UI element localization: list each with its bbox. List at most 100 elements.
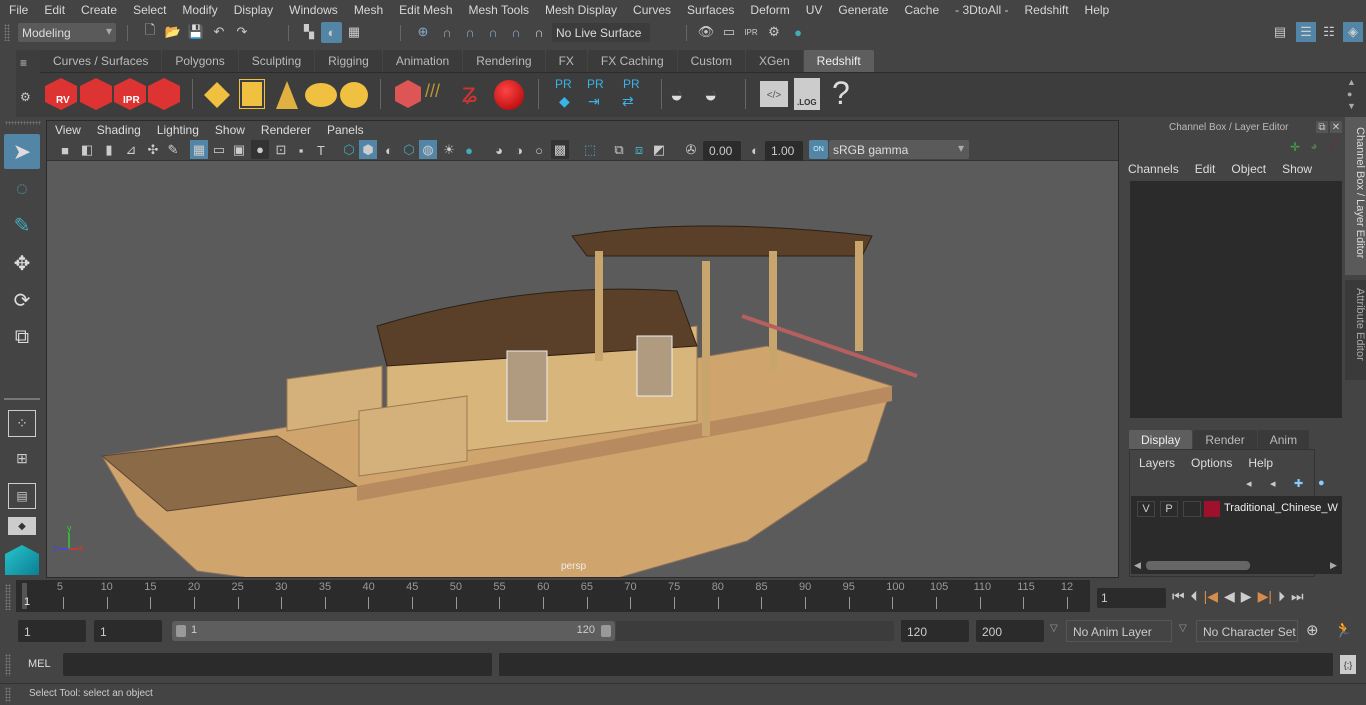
channel-box-menu-channels[interactable]: Channels — [1128, 162, 1179, 176]
shelf-scroll-up-icon[interactable]: ▲ — [1347, 77, 1356, 87]
persp-graph-layout-icon[interactable]: ◆ — [8, 517, 36, 535]
float-panel-icon[interactable]: ⧉ — [1316, 121, 1328, 133]
viewport-menu-show[interactable]: Show — [207, 123, 253, 137]
snap-point-icon[interactable]: ∩ — [461, 23, 479, 41]
modeling-toolkit-icon[interactable]: ▤ — [1271, 23, 1289, 41]
scene-start-field[interactable]: 1 — [18, 620, 86, 642]
render-settings-icon[interactable]: ⚙ — [765, 23, 783, 41]
make-live-icon[interactable]: ∩ — [530, 23, 548, 41]
redshift-hair-icon[interactable]: /// — [425, 81, 455, 109]
play-forward-icon[interactable]: ▶ — [1241, 588, 1252, 605]
shelf-tab-redshift[interactable]: Redshift — [803, 50, 874, 72]
go-to-end-icon[interactable]: ⏭ — [1291, 588, 1304, 605]
scene-3d-view[interactable]: y x z persp — [47, 161, 1118, 577]
layer-color-swatch[interactable] — [1204, 501, 1220, 517]
range-slider-min-handle[interactable] — [176, 625, 186, 637]
grid-toggle-icon[interactable]: ▦ — [190, 140, 208, 159]
menu-cache[interactable]: Cache — [896, 3, 947, 17]
anim-layer-field[interactable]: No Anim Layer — [1066, 620, 1172, 642]
wireframe-on-shaded-icon[interactable]: ⬡ — [401, 141, 417, 159]
depth-of-field-icon[interactable]: ▩ — [551, 140, 569, 159]
camera-select-icon[interactable]: ■ — [57, 141, 73, 159]
image-plane-icon[interactable]: ⊿ — [123, 141, 139, 159]
isolate-select-icon[interactable]: ⬚ — [582, 141, 598, 159]
grease-pencil-icon[interactable]: ✎ — [165, 141, 181, 159]
shelf-tab-fx[interactable]: FX — [545, 50, 587, 72]
motion-blur-icon[interactable]: ◑ — [511, 141, 527, 159]
viewport-menu-view[interactable]: View — [47, 123, 89, 137]
exposure-icon[interactable]: ✇ — [683, 141, 699, 159]
shadows-icon[interactable]: ● — [461, 141, 477, 159]
exposure-field[interactable]: 0.00 — [703, 141, 741, 161]
menu-modify[interactable]: Modify — [174, 3, 225, 17]
save-scene-icon[interactable]: 💾 — [188, 23, 204, 41]
redshift-batch-render-icon[interactable] — [80, 78, 112, 110]
shelf-settings-icon[interactable]: ⚙ — [20, 90, 31, 104]
outliner-persp-layout-icon[interactable]: ▤ — [8, 483, 36, 509]
snap-view-plane-icon[interactable]: ∩ — [484, 23, 502, 41]
single-pane-layout-icon[interactable]: ⁘ — [8, 410, 36, 437]
safe-title-icon[interactable]: T — [313, 141, 329, 159]
gamma-icon[interactable]: ◐ — [747, 141, 763, 159]
redshift-proxy-export-icon[interactable]: PR — [587, 77, 604, 91]
layer-list-scrollbar[interactable] — [1146, 561, 1250, 570]
attribute-editor-toggle-icon[interactable]: ◈ — [1343, 22, 1363, 42]
shelf-tab-rendering[interactable]: Rendering — [463, 50, 545, 72]
shelf-tab-polygons[interactable]: Polygons — [162, 50, 238, 72]
range-slider[interactable]: 1 120 — [172, 621, 615, 641]
four-pane-layout-icon[interactable]: ⊞ — [8, 444, 36, 472]
menu-display[interactable]: Display — [226, 3, 281, 17]
render-current-frame-icon[interactable]: ▭ — [720, 23, 738, 41]
anti-aliasing-icon[interactable]: ○ — [531, 141, 547, 159]
new-layer-selected-icon[interactable]: ● — [1318, 477, 1325, 489]
viewport-menu-panels[interactable]: Panels — [319, 123, 372, 137]
snap-curve-icon[interactable]: ∩ — [438, 23, 456, 41]
menu-mesh-display[interactable]: Mesh Display — [537, 3, 625, 17]
scale-tool-icon[interactable]: ⧉ — [4, 321, 40, 353]
play-backward-icon[interactable]: ◀ — [1224, 588, 1235, 605]
script-editor-icon[interactable]: {;} — [1340, 655, 1356, 674]
live-surface-field[interactable]: No Live Surface — [552, 23, 650, 42]
scene-end-field[interactable]: 200 — [976, 620, 1044, 642]
redshift-proxy-convert-icon[interactable]: PR — [623, 77, 640, 91]
hypershade-icon[interactable]: ● — [789, 23, 807, 41]
outliner-toggle-icon[interactable]: ☷ — [1320, 23, 1338, 41]
ipr-render-icon[interactable]: IPR — [742, 23, 760, 41]
color-space-dropdown[interactable]: sRGB gamma ▾ — [829, 140, 969, 159]
redshift-proxy-icon[interactable]: PR — [555, 77, 572, 91]
shelf-scroll-down-icon[interactable]: ▼ — [1347, 101, 1356, 111]
move-tool-icon[interactable]: ✥ — [4, 247, 40, 279]
open-scene-icon[interactable]: 📂 — [165, 23, 181, 41]
menu-surfaces[interactable]: Surfaces — [679, 3, 742, 17]
select-tool-icon[interactable]: ➤ — [4, 134, 40, 169]
auto-key-icon[interactable]: ⊕ — [1306, 621, 1319, 639]
close-panel-icon[interactable]: ✕ — [1330, 121, 1342, 133]
move-layer-up-icon[interactable]: ◂ — [1246, 477, 1252, 490]
redshift-script-icon[interactable]: </> — [760, 81, 788, 107]
channel-box-toggle-icon[interactable]: ☰ — [1296, 22, 1316, 42]
redshift-sphere-material-icon[interactable] — [494, 80, 524, 110]
boat-model[interactable] — [100, 225, 918, 577]
render-view-icon[interactable]: 👁 — [697, 23, 715, 41]
redshift-sun-sky-icon[interactable] — [340, 82, 368, 108]
gate-mask-icon[interactable]: ● — [251, 140, 269, 159]
layer-playback-toggle[interactable]: P — [1160, 501, 1178, 517]
range-slider-max-handle[interactable] — [601, 625, 611, 637]
shelf-menu-icon[interactable]: ≡ — [20, 56, 27, 70]
step-back-frame-icon[interactable]: ⏴ — [1191, 588, 1198, 605]
animation-preferences-icon[interactable]: 🏃 — [1334, 621, 1353, 639]
default-material-icon[interactable]: ◐ — [381, 141, 397, 159]
channel-box-menu-show[interactable]: Show — [1282, 162, 1312, 176]
field-chart-icon[interactable]: ⊡ — [273, 141, 289, 159]
screen-space-ao-icon[interactable]: ◕ — [491, 141, 507, 159]
scroll-left-icon[interactable]: ◀ — [1134, 560, 1141, 571]
command-input[interactable] — [63, 653, 492, 676]
redo-icon[interactable]: ↷ — [233, 23, 251, 41]
menu-3dtoall[interactable]: - 3DtoAll - — [947, 3, 1016, 17]
snap-grid-icon[interactable]: ⊕ — [414, 23, 432, 41]
undo-icon[interactable]: ↶ — [210, 23, 228, 41]
go-to-start-icon[interactable]: ⏮ — [1172, 588, 1185, 605]
xray-components-icon[interactable]: ◩ — [651, 141, 667, 159]
menu-edit-mesh[interactable]: Edit Mesh — [391, 3, 460, 17]
menu-redshift[interactable]: Redshift — [1017, 3, 1077, 17]
